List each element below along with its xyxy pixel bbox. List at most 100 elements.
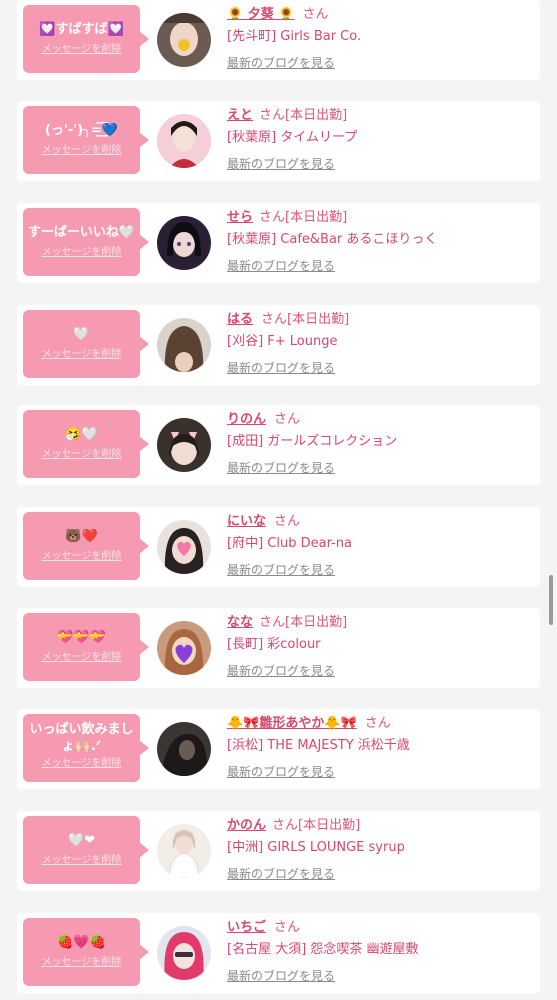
avatar[interactable]: [157, 216, 211, 270]
message-text: 🐻❤️: [65, 529, 98, 544]
cast-name-link[interactable]: せら: [227, 210, 253, 225]
message-bubble: 💟すばすば💟 メッセージを削除: [23, 5, 149, 73]
honorific: さん: [261, 312, 288, 327]
message-bubble: 🤍❤ メッセージを削除: [23, 816, 149, 884]
today-badge: [本日出勤]: [285, 108, 348, 123]
cast-name-link[interactable]: 🌻 夕葵 🌻: [227, 7, 294, 22]
latest-blog-link[interactable]: 最新のブログを見る: [227, 56, 537, 70]
list-item: 🤍 メッセージを削除 はる さん[本日出勤] [刈谷] F+ Lounge 最新の…: [17, 305, 540, 385]
message-bubble: 💝💝💝 メッセージを削除: [23, 613, 149, 681]
cast-name-link[interactable]: にいな: [227, 514, 266, 529]
avatar[interactable]: [157, 824, 211, 878]
delete-message-link[interactable]: メッセージを削除: [23, 957, 140, 969]
today-badge: [本日出勤]: [285, 210, 348, 225]
delete-message-link[interactable]: メッセージを削除: [23, 449, 140, 461]
cast-name-link[interactable]: 🐥🎀雛形あやか🐥🎀: [227, 716, 357, 731]
honorific: さん: [274, 920, 301, 935]
delete-message-link[interactable]: メッセージを削除: [23, 349, 140, 361]
cast-info: りのん さん [成田] ガールズコレクション 最新のブログを見る: [227, 411, 537, 475]
delete-message-link[interactable]: メッセージを削除: [23, 247, 140, 259]
message-text: いっぱい飲みましょ🙌🏻.ᐟ: [29, 722, 134, 754]
message-bubble: 🤍 メッセージを削除: [23, 310, 149, 378]
honorific: さん: [302, 7, 329, 22]
cast-name-link[interactable]: なな: [227, 615, 253, 630]
message-text: (っ'-')╮=͟͟͞͞💙: [44, 123, 119, 138]
message-text: 🍓💗🍓: [57, 935, 106, 950]
avatar[interactable]: [157, 13, 211, 67]
list-item: すーばーいいね🤍 メッセージを削除 せら さん[本日出勤] [秋葉原] Cafe&…: [17, 203, 540, 283]
honorific: さん: [274, 412, 301, 427]
message-bubble: すーばーいいね🤍 メッセージを削除: [23, 208, 149, 276]
shop-label[interactable]: [名古屋 大須] 怨念喫茶 幽遊屋敷: [227, 941, 537, 959]
list-item: (っ'-')╮=͟͟͞͞💙 メッセージを削除 えと さん[本日出勤] [秋葉原] …: [17, 101, 540, 181]
avatar[interactable]: [157, 722, 211, 776]
latest-blog-link[interactable]: 最新のブログを見る: [227, 361, 537, 375]
delete-message-link[interactable]: メッセージを削除: [23, 551, 140, 563]
delete-message-link[interactable]: メッセージを削除: [23, 855, 140, 867]
latest-blog-link[interactable]: 最新のブログを見る: [227, 157, 537, 171]
latest-blog-link[interactable]: 最新のブログを見る: [227, 563, 537, 577]
avatar[interactable]: [157, 114, 211, 168]
today-badge: [本日出勤]: [285, 615, 348, 630]
message-bubble: 🐻❤️ メッセージを削除: [23, 512, 149, 580]
latest-blog-link[interactable]: 最新のブログを見る: [227, 765, 537, 779]
cast-info: にいな さん [府中] Club Dear-na 最新のブログを見る: [227, 513, 537, 577]
honorific: さん: [259, 210, 286, 225]
cast-info: かのん さん[本日出勤] [中洲] GIRLS LOUNGE syrup 最新のブ…: [227, 817, 537, 881]
latest-blog-link[interactable]: 最新のブログを見る: [227, 969, 537, 983]
avatar[interactable]: [157, 621, 211, 675]
cast-info: 🌻 夕葵 🌻 さん [先斗町] Girls Bar Co. 最新のブログを見る: [227, 6, 537, 70]
list-item: いっぱい飲みましょ🙌🏻.ᐟ メッセージを削除 🐥🎀雛形あやか🐥🎀 さん [浜松] …: [17, 709, 540, 789]
shop-label[interactable]: [中洲] GIRLS LOUNGE syrup: [227, 839, 537, 857]
message-text: 🤍❤: [67, 833, 96, 848]
avatar[interactable]: [157, 418, 211, 472]
shop-label[interactable]: [秋葉原] タイムリープ: [227, 129, 537, 147]
message-text: 💟すばすば💟: [39, 22, 124, 37]
honorific: さん: [364, 716, 391, 731]
shop-label[interactable]: [秋葉原] Cafe&Bar あるこほりっく: [227, 231, 537, 249]
cast-name-link[interactable]: えと: [227, 108, 253, 123]
list-item: 🤍❤ メッセージを削除 かのん さん[本日出勤] [中洲] GIRLS LOUNG…: [17, 811, 540, 891]
avatar[interactable]: [157, 520, 211, 574]
shop-label[interactable]: [先斗町] Girls Bar Co.: [227, 28, 537, 46]
avatar[interactable]: [157, 318, 211, 372]
shop-label[interactable]: [長町] 彩colour: [227, 636, 537, 654]
latest-blog-link[interactable]: 最新のブログを見る: [227, 461, 537, 475]
cast-info: はる さん[本日出勤] [刈谷] F+ Lounge 最新のブログを見る: [227, 311, 537, 375]
cast-info: いちご さん [名古屋 大須] 怨念喫茶 幽遊屋敷 最新のブログを見る: [227, 919, 537, 983]
list-item: 💝💝💝 メッセージを削除 なな さん[本日出勤] [長町] 彩colour 最新の…: [17, 608, 540, 688]
cast-info: なな さん[本日出勤] [長町] 彩colour 最新のブログを見る: [227, 614, 537, 678]
message-text: 🤧🤍: [65, 427, 98, 442]
latest-blog-link[interactable]: 最新のブログを見る: [227, 259, 537, 273]
cast-name-link[interactable]: はる: [227, 312, 253, 327]
message-text: 💝💝💝: [57, 630, 106, 645]
message-text: 🤍: [73, 327, 90, 342]
message-bubble: 🍓💗🍓 メッセージを削除: [23, 918, 149, 986]
cast-info: せら さん[本日出勤] [秋葉原] Cafe&Bar あるこほりっく 最新のブログ…: [227, 209, 537, 273]
delete-message-link[interactable]: メッセージを削除: [23, 652, 140, 664]
list-item: 🍓💗🍓 メッセージを削除 いちご さん [名古屋 大須] 怨念喫茶 幽遊屋敷 最新…: [17, 913, 540, 993]
list-item: 🤧🤍 メッセージを削除 りのん さん [成田] ガールズコレクション 最新のブログ…: [17, 405, 540, 485]
latest-blog-link[interactable]: 最新のブログを見る: [227, 664, 537, 678]
scrollbar[interactable]: [549, 575, 553, 625]
honorific: さん: [274, 514, 301, 529]
today-badge: [本日出勤]: [298, 818, 361, 833]
list-item: 💟すばすば💟 メッセージを削除 🌻 夕葵 🌻 さん [先斗町] Girls Bar…: [17, 0, 540, 80]
cast-info: 🐥🎀雛形あやか🐥🎀 さん [浜松] THE MAJESTY 浜松千歳 最新のブログ…: [227, 715, 537, 779]
latest-blog-link[interactable]: 最新のブログを見る: [227, 867, 537, 881]
cast-name-link[interactable]: かのん: [227, 818, 266, 833]
shop-label[interactable]: [浜松] THE MAJESTY 浜松千歳: [227, 737, 537, 755]
cast-name-link[interactable]: いちご: [227, 920, 266, 935]
message-bubble: いっぱい飲みましょ🙌🏻.ᐟ メッセージを削除: [23, 714, 149, 782]
message-bubble: (っ'-')╮=͟͟͞͞💙 メッセージを削除: [23, 106, 149, 174]
delete-message-link[interactable]: メッセージを削除: [23, 145, 140, 157]
delete-message-link[interactable]: メッセージを削除: [23, 44, 140, 56]
honorific: さん: [272, 818, 299, 833]
delete-message-link[interactable]: メッセージを削除: [23, 758, 140, 770]
shop-label[interactable]: [府中] Club Dear-na: [227, 535, 537, 553]
shop-label[interactable]: [刈谷] F+ Lounge: [227, 333, 537, 351]
cast-name-link[interactable]: りのん: [227, 412, 266, 427]
shop-label[interactable]: [成田] ガールズコレクション: [227, 433, 537, 451]
avatar[interactable]: [157, 926, 211, 980]
message-bubble: 🤧🤍 メッセージを削除: [23, 410, 149, 478]
